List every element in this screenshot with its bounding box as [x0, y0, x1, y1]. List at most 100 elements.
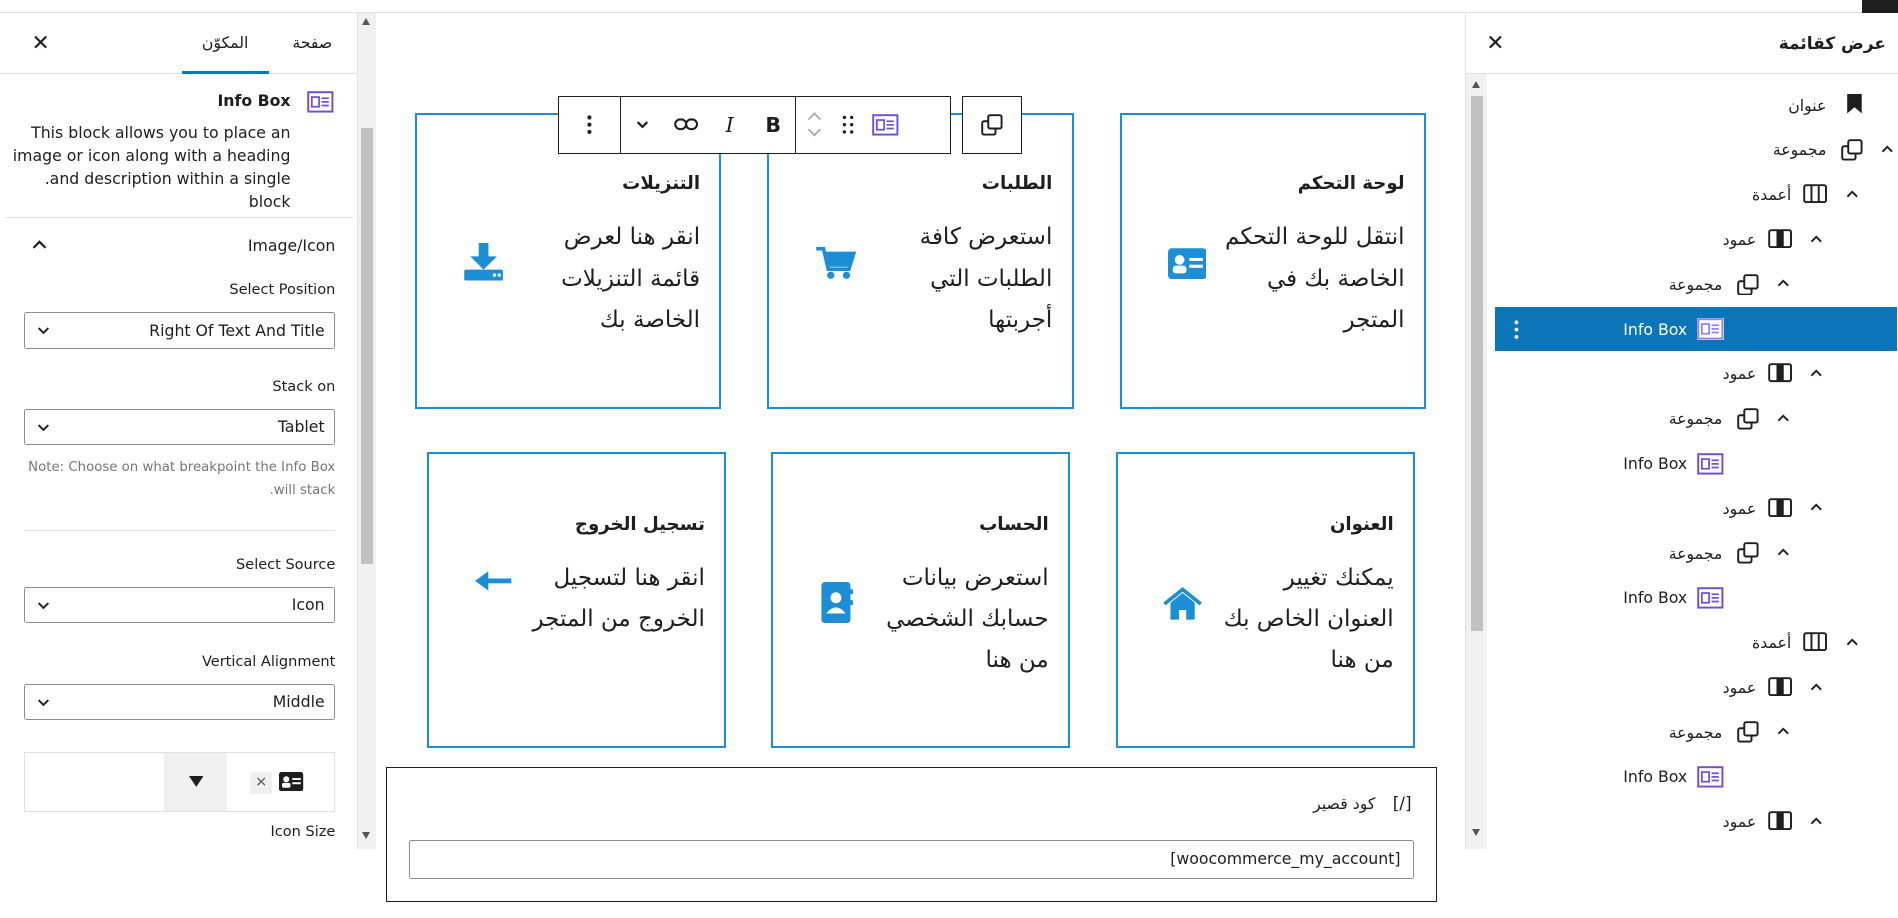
item-options-icon[interactable] — [1514, 320, 1519, 343]
list-view-item-label: أعمدة — [1751, 185, 1792, 205]
list-view-item[interactable]: Info Box — [1495, 576, 1897, 620]
list-view-item[interactable]: مجموعة — [1495, 128, 1897, 172]
columns-icon — [1803, 184, 1828, 207]
list-view-item-label: مجموعة — [1772, 140, 1827, 160]
group-icon — [1737, 408, 1759, 434]
chevron-up-icon[interactable] — [1776, 545, 1791, 564]
group-icon — [981, 114, 1003, 136]
shortcode-input[interactable]: [woocommerce_my_account] — [408, 839, 1414, 879]
column-icon — [1768, 229, 1793, 252]
close-icon[interactable]: ✕ — [1486, 32, 1504, 55]
chevron-up-icon[interactable] — [1880, 142, 1895, 161]
list-view-item-label: مجموعة — [1668, 274, 1723, 294]
scroll-down-icon[interactable] — [1471, 829, 1480, 836]
move-up-down-button[interactable] — [796, 97, 832, 153]
scrollbar-thumb[interactable] — [360, 128, 373, 565]
list-view-item[interactable]: مجموعة — [1495, 531, 1897, 575]
shortcode-block[interactable]: [/] كود قصير [woocommerce_my_account] — [386, 767, 1437, 902]
caret-down-icon — [188, 775, 204, 787]
link-button[interactable] — [664, 97, 708, 153]
list-view-item-label: مجموعة — [1668, 722, 1723, 742]
list-view-item[interactable]: عمود — [1495, 666, 1897, 710]
list-view-item[interactable]: أعمدة — [1495, 173, 1897, 217]
select-source-dropdown[interactable]: Icon — [24, 587, 336, 624]
list-view-item[interactable]: مجموعة — [1495, 397, 1897, 441]
chevron-up-icon[interactable] — [1809, 813, 1824, 832]
info-box-card[interactable]: التنزيلات انقر هنا لعرض قائمة التنزيلات ال… — [415, 112, 722, 410]
chevron-up-icon[interactable] — [1845, 186, 1860, 205]
list-view-item-label: أعمدة — [1751, 633, 1792, 653]
tab-block[interactable]: المكوّن — [181, 13, 269, 74]
card-description: انتقل للوحة التحكم الخاصة بك في المتجر — [1225, 224, 1405, 333]
list-view-item[interactable]: أعمدة — [1495, 621, 1897, 665]
list-view-title: عرض كقائمة — [1778, 32, 1886, 53]
list-view-item[interactable]: عنوان — [1495, 84, 1897, 128]
chevron-up-icon[interactable] — [31, 236, 48, 253]
section-image-icon-title[interactable]: Image/Icon — [145, 236, 335, 255]
list-view-item[interactable]: Info Box — [1495, 755, 1897, 799]
scroll-down-icon[interactable] — [361, 831, 370, 839]
icon-picker[interactable]: × — [24, 751, 336, 813]
editor-canvas: لوحة التحكم انتقل للوحة التحكم الخاصة بك … — [376, 13, 1465, 918]
list-view-item[interactable]: Info Box — [1495, 442, 1897, 486]
info-box-card[interactable]: الحساب استعرض بيانات حسابك الشخصي من هنا — [771, 451, 1071, 749]
move-arrows-icon — [807, 112, 822, 137]
scroll-up-icon[interactable] — [1471, 81, 1480, 89]
sidebar-scrollbar[interactable] — [358, 13, 377, 849]
more-options-button[interactable] — [559, 97, 620, 153]
chevron-up-icon[interactable] — [1845, 634, 1860, 653]
arrow-left-icon — [475, 570, 512, 597]
info-box-card[interactable]: العنوان يمكنك تغيير العنوان الخاص بك من هن… — [1116, 451, 1416, 749]
select-position-dropdown[interactable]: Right Of Text And Title — [24, 312, 336, 349]
italic-button[interactable]: I — [708, 97, 752, 153]
info-box-card[interactable]: الطلبات استعرض كافة الطلبات التي أجربتها — [767, 112, 1074, 410]
bookmark-icon — [1846, 94, 1863, 117]
tab-page[interactable]: صفحة — [276, 13, 349, 74]
divider — [4, 216, 354, 218]
info-box-card[interactable]: تسجيل الخروج انقر هنا لتسجيل الخروج من ال… — [427, 451, 727, 749]
list-view-item[interactable]: عمود — [1495, 352, 1897, 396]
list-view-item-label: عنوان — [1788, 95, 1827, 115]
list-view-item-label: مجموعة — [1668, 543, 1723, 563]
block-type-button[interactable] — [864, 97, 908, 153]
chevron-down-icon — [37, 602, 49, 610]
chevron-down-icon — [37, 327, 49, 335]
chevron-up-icon[interactable] — [1809, 366, 1824, 385]
chevron-down-icon — [37, 424, 49, 432]
chevron-up-icon[interactable] — [1776, 276, 1791, 295]
close-icon[interactable]: ✕ — [31, 32, 49, 55]
vertical-alignment-dropdown[interactable]: Middle — [24, 683, 336, 721]
card-description: انقر هنا لتسجيل الخروج من المتجر — [532, 564, 705, 632]
scrollbar-thumb[interactable] — [1470, 95, 1483, 631]
icon-picker-toggle[interactable] — [164, 752, 228, 811]
more-formats-button[interactable] — [621, 97, 665, 153]
chevron-up-icon[interactable] — [1809, 679, 1824, 698]
list-view-item[interactable]: مجموعة — [1495, 711, 1897, 755]
list-view-panel: ✕ عرض كقائمة عنوان مجموعة أعمدة عمود مجموعة I… — [1464, 13, 1898, 849]
chevron-up-icon[interactable] — [1776, 724, 1791, 743]
info-box-card[interactable]: لوحة التحكم انتقل للوحة التحكم الخاصة بك … — [1119, 112, 1426, 410]
list-view-scrollbar[interactable] — [1465, 73, 1488, 849]
list-view-item[interactable]: Info Box — [1494, 307, 1897, 352]
clear-icon-button[interactable]: × — [250, 772, 273, 794]
list-view-item[interactable]: عمود — [1495, 487, 1897, 531]
list-view-item[interactable]: عمود — [1495, 218, 1897, 262]
scroll-up-icon[interactable] — [361, 18, 370, 26]
list-view-item[interactable]: مجموعة — [1495, 263, 1897, 307]
chevron-up-icon[interactable] — [1809, 231, 1824, 250]
chevron-down-icon — [37, 698, 49, 706]
chevron-up-icon[interactable] — [1809, 500, 1824, 519]
cart-icon — [815, 245, 857, 286]
drag-handle[interactable] — [833, 97, 864, 153]
info-box-block-icon — [1697, 766, 1724, 792]
stack-on-dropdown[interactable]: Tablet — [24, 409, 336, 446]
chevron-up-icon[interactable] — [1776, 410, 1791, 429]
parent-block-button[interactable] — [962, 95, 1022, 154]
card-title: العنوان — [1329, 514, 1394, 536]
card-description: استعرض كافة الطلبات التي أجربتها — [919, 224, 1053, 333]
list-view-item[interactable]: عمود — [1495, 800, 1897, 844]
divider — [24, 530, 336, 532]
bold-button[interactable]: B — [751, 97, 795, 153]
info-box-block-icon — [1696, 318, 1724, 344]
home-icon — [1162, 586, 1203, 626]
